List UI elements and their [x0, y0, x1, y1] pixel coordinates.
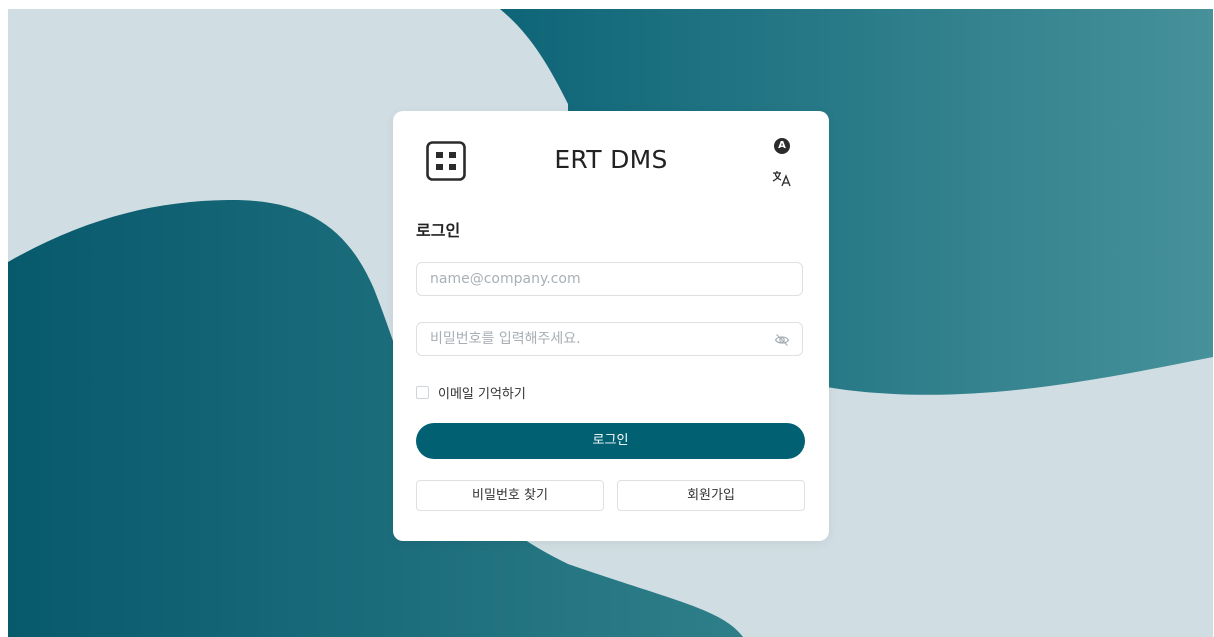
app-title: ERT DMS: [554, 145, 668, 174]
remember-email-label: 이메일 기억하기: [438, 387, 526, 402]
login-card: ERT DMS A 로그인 이메일 기억하기 로그인 비밀번호 찾기 회원가입: [393, 111, 829, 541]
remember-email-checkbox[interactable]: [416, 386, 429, 399]
login-page-background: ERT DMS A 로그인 이메일 기억하기 로그인 비밀번호 찾기 회원가입: [8, 9, 1213, 637]
login-heading: 로그인: [416, 221, 461, 240]
signup-button[interactable]: 회원가입: [617, 480, 805, 511]
email-input[interactable]: [417, 263, 760, 295]
remember-email-row[interactable]: 이메일 기억하기: [416, 383, 526, 402]
theme-toggle-icon[interactable]: A: [774, 138, 790, 154]
password-field[interactable]: [416, 322, 803, 356]
login-button[interactable]: 로그인: [416, 423, 805, 459]
eye-off-icon[interactable]: [774, 332, 790, 348]
password-input[interactable]: [417, 323, 760, 355]
email-field[interactable]: [416, 262, 803, 296]
translate-icon[interactable]: [771, 168, 793, 188]
find-password-button[interactable]: 비밀번호 찾기: [416, 480, 604, 511]
